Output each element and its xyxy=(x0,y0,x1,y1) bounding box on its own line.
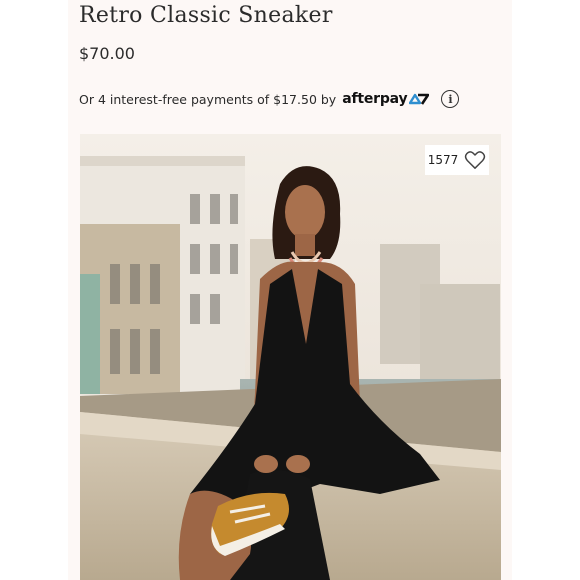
like-button[interactable]: 1577 xyxy=(425,145,489,175)
afterpay-logo-text: afterpay xyxy=(342,91,408,107)
product-price: $70.00 xyxy=(79,44,135,63)
afterpay-installments: Or 4 interest-free payments of $17.50 by… xyxy=(79,90,460,108)
afterpay-arrows-icon xyxy=(409,93,430,105)
product-lifestyle-photo[interactable] xyxy=(80,134,501,580)
info-icon[interactable]: i xyxy=(441,90,460,108)
photo-scene xyxy=(80,134,501,580)
like-count: 1577 xyxy=(427,153,459,167)
afterpay-logo[interactable]: afterpay xyxy=(342,91,430,107)
product-title: Retro Classic Sneaker xyxy=(79,3,333,28)
afterpay-text: Or 4 interest-free payments of $17.50 by xyxy=(79,91,337,107)
heart-outline-icon xyxy=(465,151,486,169)
